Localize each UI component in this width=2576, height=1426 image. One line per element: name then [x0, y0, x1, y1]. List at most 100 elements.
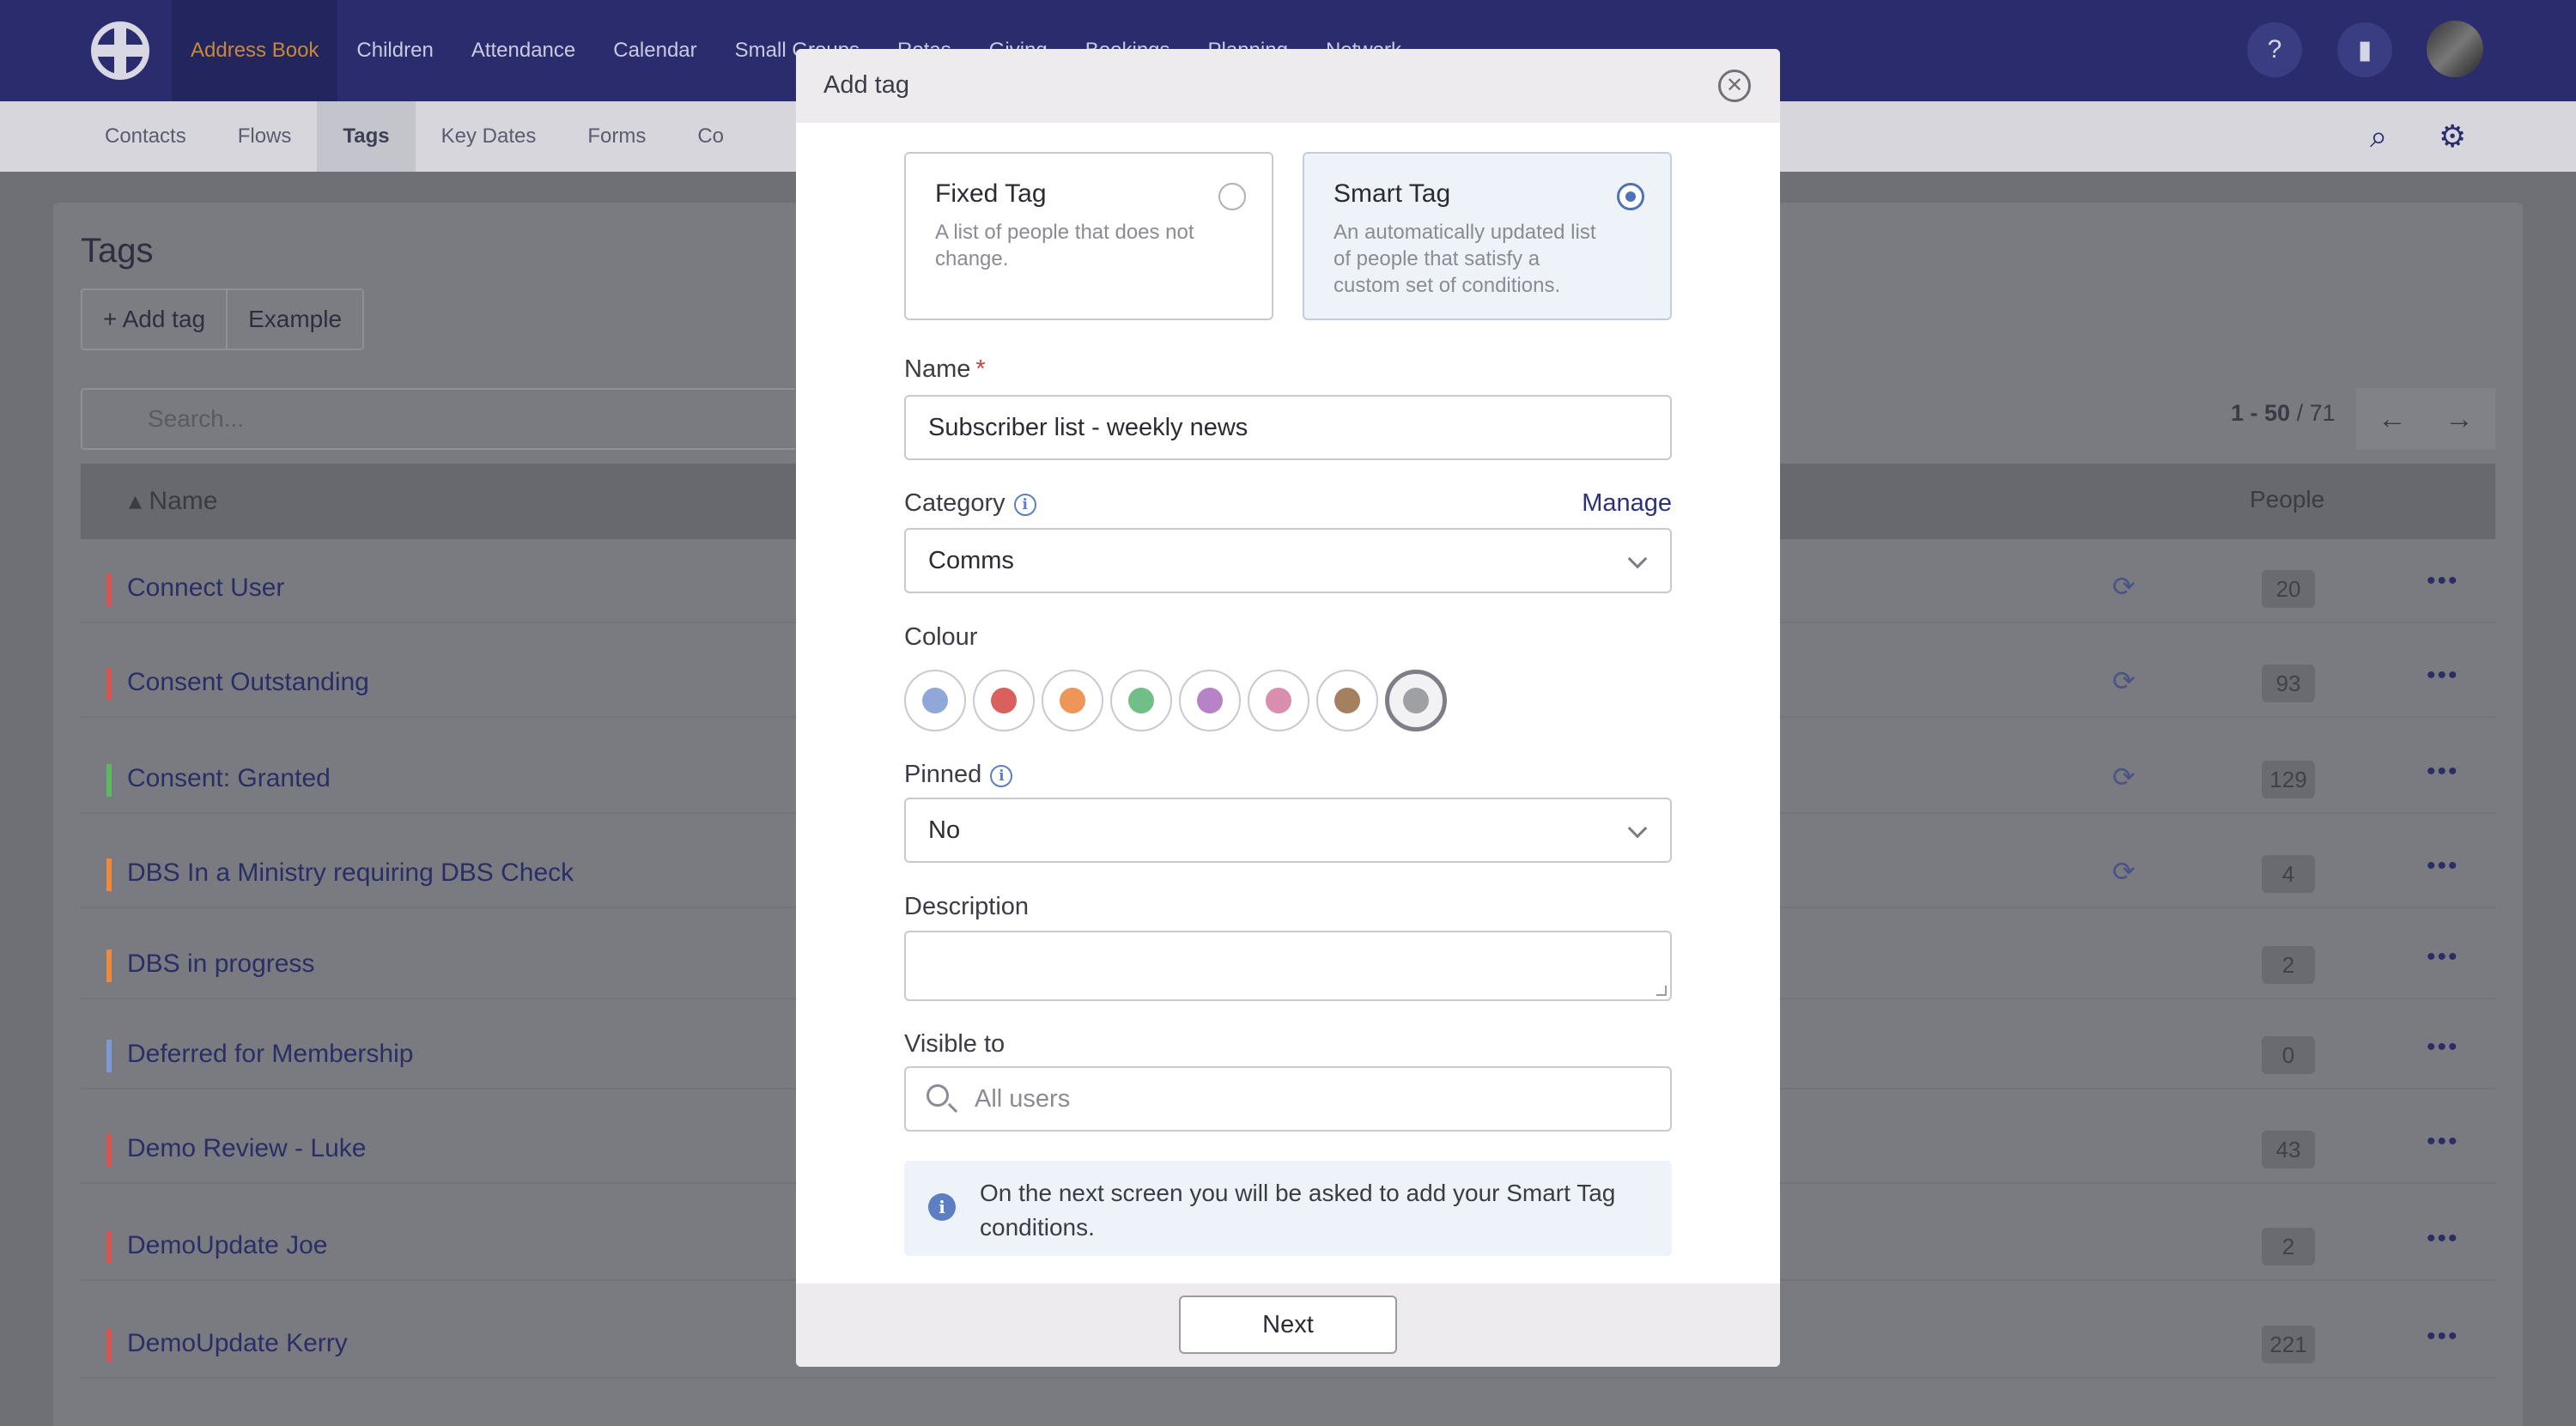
colour-swatch[interactable]	[1110, 670, 1172, 731]
next-page-button[interactable]: →	[2423, 388, 2495, 450]
example-dropdown-button[interactable]: Example	[226, 290, 362, 349]
tag-name-link[interactable]: Connect User	[127, 573, 284, 603]
people-count-badge: 43	[2262, 1131, 2315, 1168]
row-more-icon[interactable]: •••	[2427, 943, 2459, 972]
close-icon[interactable]: ✕	[1718, 70, 1751, 102]
colour-swatch[interactable]	[1179, 670, 1241, 731]
smart-tag-sync-icon: ⟳	[2112, 856, 2136, 887]
colour-dot	[1197, 688, 1223, 713]
info-icon[interactable]: i	[990, 765, 1013, 787]
subnav-flows[interactable]: Flows	[212, 101, 318, 172]
column-header-name[interactable]: ▴ Name	[129, 486, 217, 516]
help-circle-icon[interactable]: ?	[2247, 22, 2302, 77]
subnav-tags[interactable]: Tags	[317, 101, 416, 172]
people-count-badge: 2	[2262, 946, 2315, 984]
tag-colour-bar	[106, 859, 112, 891]
colour-dot	[991, 688, 1017, 713]
nav-attendance[interactable]: Attendance	[453, 0, 594, 101]
page-title: Tags	[81, 232, 154, 270]
colour-dot	[1403, 688, 1429, 713]
nav-children[interactable]: Children	[337, 0, 452, 101]
fixed-tag-option[interactable]: Fixed Tag A list of people that does not…	[904, 152, 1273, 320]
modal-header: Add tag ✕	[796, 49, 1780, 123]
fixed-tag-radio[interactable]	[1218, 183, 1246, 210]
people-count-badge: 20	[2262, 570, 2315, 608]
pager-range: 1 - 50 / 71	[2231, 400, 2336, 426]
category-label: Category i	[904, 489, 1036, 518]
row-more-icon[interactable]: •••	[2427, 567, 2459, 596]
info-icon[interactable]: i	[1013, 494, 1036, 516]
tag-name-link[interactable]: Consent Outstanding	[127, 668, 369, 697]
colour-label: Colour	[904, 623, 978, 651]
subnav-contacts[interactable]: Contacts	[79, 101, 212, 172]
nav-calendar[interactable]: Calendar	[594, 0, 715, 101]
tag-colour-bar	[106, 1231, 112, 1264]
building-icon[interactable]: ▮	[2337, 22, 2392, 77]
subnav-comms[interactable]: Co	[671, 101, 750, 172]
tag-colour-bar	[106, 950, 112, 982]
add-tag-button[interactable]: + Add tag	[82, 290, 226, 349]
fixed-tag-title: Fixed Tag	[935, 179, 1047, 208]
colour-swatch[interactable]	[1385, 670, 1447, 731]
gear-icon[interactable]: ⚙	[2439, 118, 2466, 155]
row-more-icon[interactable]: •••	[2427, 852, 2459, 881]
chevron-down-icon	[1627, 818, 1648, 839]
row-more-icon[interactable]: •••	[2427, 1127, 2459, 1156]
tags-search-input[interactable]: Search...	[81, 388, 854, 450]
colour-swatch[interactable]	[904, 670, 966, 731]
tag-colour-bar	[106, 1040, 112, 1072]
pinned-select[interactable]: No	[904, 798, 1672, 863]
prev-page-button[interactable]: ←	[2356, 388, 2428, 450]
next-button[interactable]: Next	[1179, 1296, 1397, 1354]
people-count-badge: 0	[2262, 1036, 2315, 1074]
tag-colour-bar	[106, 764, 112, 797]
colour-swatch[interactable]	[1042, 670, 1103, 731]
people-count-badge: 4	[2262, 855, 2315, 893]
tag-name-link[interactable]: Demo Review - Luke	[127, 1134, 366, 1163]
tag-name-link[interactable]: DemoUpdate Joe	[127, 1231, 327, 1260]
row-more-icon[interactable]: •••	[2427, 1322, 2459, 1351]
tag-colour-bar	[106, 668, 112, 701]
visible-to-label: Visible to	[904, 1030, 1005, 1058]
row-more-icon[interactable]: •••	[2427, 757, 2459, 786]
row-more-icon[interactable]: •••	[2427, 1224, 2459, 1253]
description-textarea[interactable]	[904, 931, 1672, 1001]
column-header-people: People	[2250, 486, 2325, 513]
colour-swatch[interactable]	[1316, 670, 1378, 731]
tag-name-link[interactable]: DBS In a Ministry requiring DBS Check	[127, 859, 574, 888]
colour-dot	[1128, 688, 1154, 713]
tag-colour-bar	[106, 573, 112, 606]
colour-swatch[interactable]	[973, 670, 1035, 731]
colour-dot	[1266, 688, 1291, 713]
tag-colour-bar	[106, 1329, 112, 1362]
tag-name-link[interactable]: DemoUpdate Kerry	[127, 1329, 348, 1358]
row-more-icon[interactable]: •••	[2427, 1033, 2459, 1062]
visible-to-search-input[interactable]: All users	[904, 1066, 1672, 1132]
subnav-forms[interactable]: Forms	[562, 101, 671, 172]
pinned-label: Pinned i	[904, 761, 1013, 789]
smart-tag-sync-icon: ⟳	[2112, 571, 2136, 602]
search-icon[interactable]: ⌕	[2370, 118, 2387, 155]
smart-tag-radio[interactable]	[1617, 183, 1644, 210]
category-select[interactable]: Comms	[904, 528, 1672, 593]
info-message-text: On the next screen you will be asked to …	[980, 1180, 1616, 1241]
colour-picker	[904, 670, 1454, 731]
colour-swatch[interactable]	[1248, 670, 1309, 731]
avatar[interactable]	[2427, 21, 2483, 77]
subnav-key-dates[interactable]: Key Dates	[416, 101, 562, 172]
colour-dot	[1334, 688, 1360, 713]
search-icon	[927, 1084, 949, 1107]
tag-name-link[interactable]: DBS in progress	[127, 950, 314, 979]
smart-tag-sync-icon: ⟳	[2112, 762, 2136, 792]
smart-tag-option[interactable]: Smart Tag An automatically updated list …	[1303, 152, 1672, 320]
colour-dot	[922, 688, 948, 713]
name-input[interactable]: Subscriber list - weekly news	[904, 395, 1672, 460]
row-more-icon[interactable]: •••	[2427, 661, 2459, 690]
tag-name-link[interactable]: Consent: Granted	[127, 764, 331, 793]
tag-name-link[interactable]: Deferred for Membership	[127, 1040, 413, 1069]
app-logo-icon[interactable]	[91, 21, 149, 80]
nav-address-book[interactable]: Address Book	[172, 0, 338, 101]
chevron-down-icon	[1627, 549, 1648, 569]
manage-categories-link[interactable]: Manage	[1582, 489, 1672, 518]
resize-handle-icon[interactable]	[1656, 986, 1667, 996]
